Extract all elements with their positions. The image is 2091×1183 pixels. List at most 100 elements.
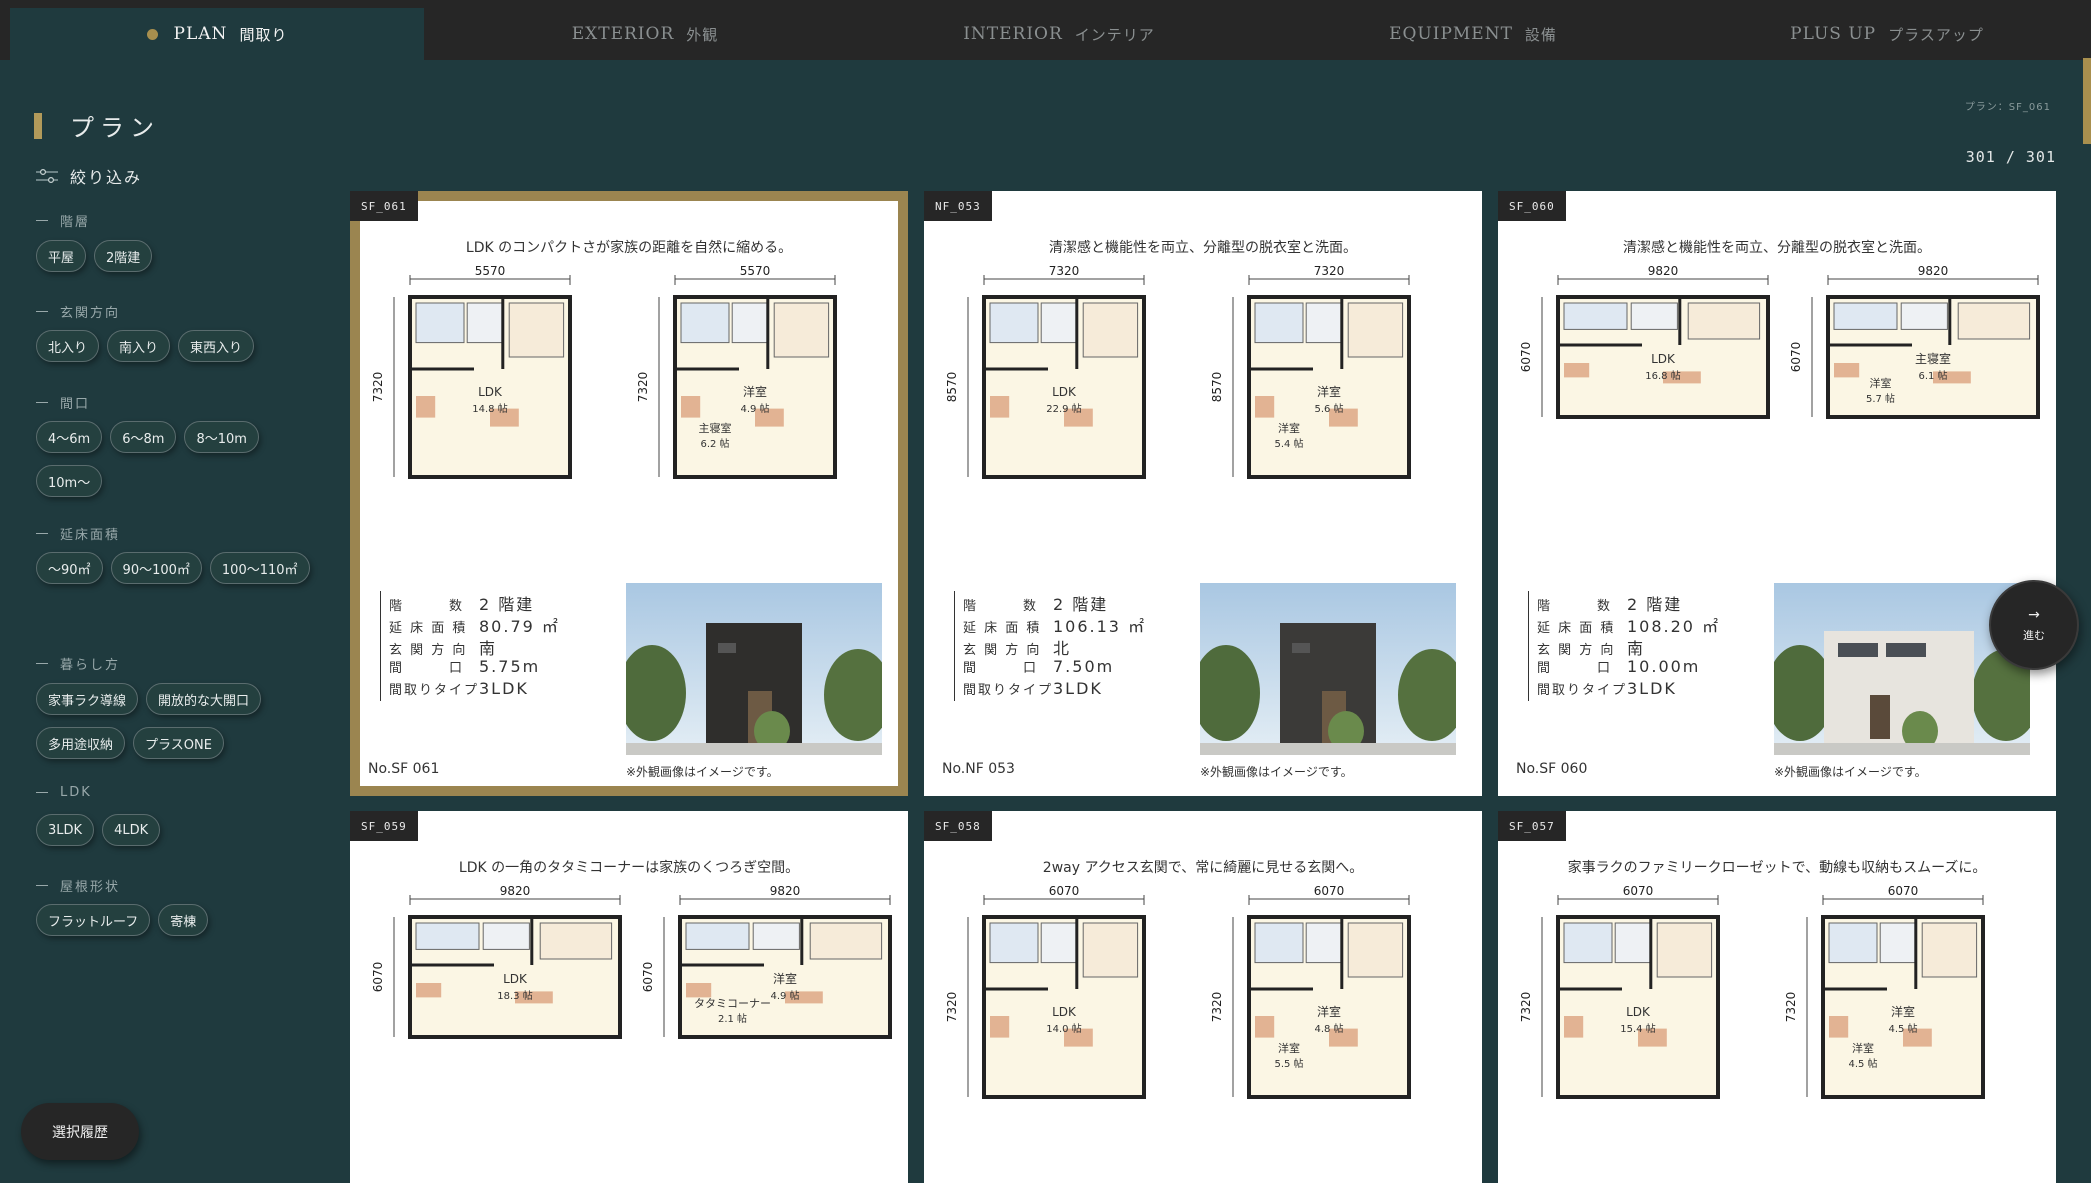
filter-group-entrance: 玄関方向	[36, 302, 120, 321]
chips-entrance: 北入り 南入り 東西入り	[36, 330, 326, 362]
tab-plus-up[interactable]: PLUS UP プラスアップ	[1680, 8, 2091, 60]
plan-specs: 階 数2 階建 延 床 面 積 106.13 ㎡ 玄 関 方 向北 間 口 7.50…	[954, 591, 1203, 701]
floor-plans: 6070 7320 LDK 14.0 帖 6070 7320 洋室 4.8 帖 …	[945, 884, 1464, 1183]
spec-floors: 2 階建	[1627, 595, 1683, 614]
plan-depth-label: 6070	[371, 962, 385, 993]
chip-frontage-6-8[interactable]: 6〜8m	[110, 421, 177, 453]
plan-specs: 階 数2 階建 延 床 面 積 80.79 ㎡ 玄 関 方 向南 間 口 5.75m…	[380, 591, 629, 701]
tab-exterior[interactable]: EXTERIOR 外観	[438, 8, 852, 60]
tab-equipment[interactable]: EQUIPMENT 設備	[1266, 8, 1680, 60]
plan-width-label: 9820	[500, 884, 531, 898]
chip-frontage-10-plus[interactable]: 10m〜	[36, 465, 103, 497]
chips-area: 〜90㎡ 90〜100㎡ 100〜110㎡	[36, 552, 326, 584]
floor-plan-2f: 9820 6070 主寝室 6.1 帖 洋室 5.7 帖	[1789, 264, 2040, 419]
room-size: 4.5 帖	[1848, 1057, 1877, 1070]
spec-area: 108.20 ㎡	[1627, 617, 1721, 636]
tab-plan[interactable]: PLAN 間取り	[10, 8, 424, 60]
room-name: 洋室	[1317, 1004, 1341, 1019]
chip-frontage-8-10[interactable]: 8〜10m	[184, 421, 259, 453]
filter-group-ldk: LDK	[36, 785, 92, 800]
chip-easy-chores[interactable]: 家事ラク導線	[36, 683, 139, 715]
room-size: 5.7 帖	[1866, 392, 1895, 405]
room-name: 主寝室	[1915, 351, 1951, 366]
floor-plan-1f: 6070 7320 LDK 15.4 帖	[1519, 884, 1720, 1099]
chip-hiraya[interactable]: 平屋	[36, 240, 87, 272]
spec-floors: 2 階建	[479, 595, 535, 614]
chip-frontage-4-6[interactable]: 4〜6m	[36, 421, 103, 453]
plan-width-label: 6070	[1888, 884, 1919, 898]
plan-code-tag: SF_059	[350, 811, 418, 841]
room-size: 4.8 帖	[1314, 1022, 1343, 1035]
plan-code-tag: NF_053	[924, 191, 992, 221]
plan-headline: 2way アクセス玄関で、常に綺麗に見せる玄関へ。	[1042, 860, 1364, 876]
spec-layout: 3LDK	[1053, 679, 1103, 698]
plan-depth-label: 6070	[641, 962, 655, 993]
spec-frontage: 10.00m	[1627, 657, 1701, 676]
room-size: 5.5 帖	[1274, 1057, 1303, 1070]
plan-code-tag: SF_058	[924, 811, 992, 841]
plan-specs: 階 数2 階建 延 床 面 積 108.20 ㎡ 玄 関 方 向南 間 口 10.0…	[1528, 591, 1777, 701]
room-size: 6.2 帖	[700, 437, 729, 450]
chip-south[interactable]: 南入り	[107, 330, 171, 362]
chip-4ldk[interactable]: 4LDK	[102, 814, 161, 846]
filter-group-floors: 階層	[36, 211, 90, 230]
plan-card[interactable]: SF_057 家事ラクのファミリークローゼットで、動線も収納もスムーズに。 60…	[1498, 811, 2056, 1183]
floor-plan-1f: 9820 6070 LDK 18.3 帖	[371, 884, 622, 1039]
plan-card[interactable]: SF_060 清潔感と機能性を両立、分離型の脱衣室と洗面。 9820 6070 …	[1498, 191, 2056, 796]
plan-code-tag: SF_060	[1498, 191, 1566, 221]
exterior-note: ※外観画像はイメージです。	[1774, 765, 1927, 779]
room-name: 洋室	[1852, 1041, 1874, 1055]
floor-plan-2f: 5570 7320 洋室 4.9 帖 主寝室 6.2 帖	[636, 264, 837, 479]
plan-width-label: 9820	[1918, 264, 1949, 278]
filter-group-frontage: 間口	[36, 393, 90, 412]
plan-headline: 清潔感と機能性を両立、分離型の脱衣室と洗面。	[1049, 240, 1357, 256]
room-name: LDK	[1052, 385, 1077, 399]
next-button[interactable]: → 進む	[1989, 580, 2079, 670]
spec-area: 106.13 ㎡	[1053, 617, 1147, 636]
plan-width-label: 6070	[1314, 884, 1345, 898]
chip-area-100-110[interactable]: 100〜110㎡	[209, 552, 310, 584]
chip-flat-roof[interactable]: フラットルーフ	[36, 904, 151, 936]
plan-depth-label: 7320	[1210, 992, 1224, 1023]
chip-hip-roof[interactable]: 寄棟	[158, 904, 209, 936]
room-name: 洋室	[1317, 384, 1341, 399]
floor-plan-1f: 9820 6070 LDK 16.8 帖	[1519, 264, 1770, 419]
room-name: LDK	[1052, 1005, 1077, 1019]
chip-storage[interactable]: 多用途収納	[36, 727, 126, 759]
room-size: 5.4 帖	[1274, 437, 1303, 450]
chip-area-90-100[interactable]: 90〜100㎡	[110, 552, 202, 584]
plan-card[interactable]: SF_061 LDK のコンパクトさが家族の距離を自然に縮める。 5570 73…	[350, 191, 908, 796]
tab-interior[interactable]: INTERIOR インテリア	[852, 8, 1266, 60]
plan-depth-label: 7320	[371, 372, 385, 403]
plan-card[interactable]: SF_059 LDK の一角のタタミコーナーは家族のくつろぎ空間。 9820 6…	[350, 811, 908, 1183]
spec-area: 80.79 ㎡	[479, 617, 560, 636]
floor-plans: 6070 7320 LDK 15.4 帖 6070 7320 洋室 4.5 帖 …	[1519, 884, 2038, 1183]
plan-width-label: 6070	[1623, 884, 1654, 898]
scrollbar-thumb[interactable]	[2083, 58, 2091, 144]
spec-entrance: 北	[1053, 639, 1072, 658]
arrow-right-icon: →	[2028, 607, 2040, 623]
active-dot-icon	[146, 28, 158, 40]
chip-area-under-90[interactable]: 〜90㎡	[36, 552, 103, 584]
room-name: LDK	[1626, 1005, 1651, 1019]
result-counter: 301 / 301	[1965, 148, 2056, 166]
chip-east-west[interactable]: 東西入り	[178, 330, 255, 362]
plan-card[interactable]: NF_053 清潔感と機能性を両立、分離型の脱衣室と洗面。 7320 8570 …	[924, 191, 1482, 796]
room-name: LDK	[1651, 352, 1676, 366]
room-size: 22.9 帖	[1046, 402, 1081, 415]
chip-2-story[interactable]: 2階建	[94, 240, 153, 272]
exterior-note: ※外観画像はイメージです。	[626, 765, 779, 779]
spec-layout: 3LDK	[1627, 679, 1677, 698]
history-button[interactable]: 選択履歴	[21, 1103, 139, 1160]
floor-plans: 9820 6070 LDK 16.8 帖 9820 6070 主寝室 6.1 帖…	[1519, 264, 2040, 573]
chip-north[interactable]: 北入り	[36, 330, 100, 362]
filter-sliders-icon	[36, 169, 58, 183]
chip-plus-one[interactable]: プラスONE	[133, 727, 224, 759]
plan-width-label: 6070	[1049, 884, 1080, 898]
chip-3ldk[interactable]: 3LDK	[36, 814, 95, 846]
chip-large-opening[interactable]: 開放的な大開口	[146, 683, 262, 715]
plan-card[interactable]: SF_058 2way アクセス玄関で、常に綺麗に見せる玄関へ。 6070 73…	[924, 811, 1482, 1183]
room-size: 15.4 帖	[1620, 1022, 1655, 1035]
breadcrumb: プラン：SF_061	[1964, 102, 2051, 113]
room-name: 洋室	[773, 971, 797, 986]
